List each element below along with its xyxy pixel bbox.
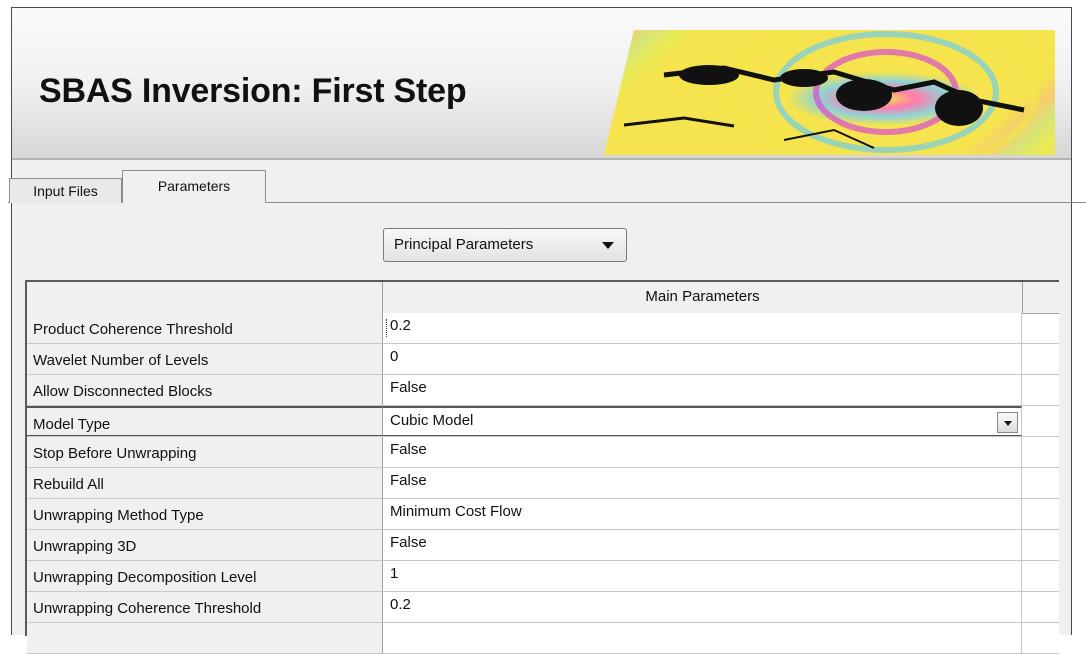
param-label: Rebuild All bbox=[27, 468, 383, 498]
param-label: Product Coherence Threshold bbox=[27, 313, 383, 343]
parameters-table: Main Parameters Product Coherence Thresh… bbox=[25, 280, 1059, 654]
param-label: Allow Disconnected Blocks bbox=[27, 375, 383, 405]
param-value[interactable]: False bbox=[383, 530, 1022, 560]
param-label bbox=[27, 623, 383, 653]
table-row: Rebuild All False bbox=[27, 468, 1059, 499]
param-label: Unwrapping Method Type bbox=[27, 499, 383, 529]
param-value[interactable]: False bbox=[383, 468, 1022, 498]
header-banner: SBAS Inversion: First Step bbox=[12, 8, 1071, 160]
param-label: Wavelet Number of Levels bbox=[27, 344, 383, 374]
param-value[interactable]: 0.2 bbox=[383, 592, 1022, 622]
param-value-combo[interactable]: Cubic Model bbox=[383, 406, 1022, 436]
param-label: Stop Before Unwrapping bbox=[27, 437, 383, 467]
chevron-down-icon bbox=[602, 242, 614, 249]
table-row: Unwrapping Method Type Minimum Cost Flow bbox=[27, 499, 1059, 530]
table-row: Unwrapping Coherence Threshold 0.2 bbox=[27, 592, 1059, 623]
tab-input-files[interactable]: Input Files bbox=[9, 178, 122, 203]
table-header: Main Parameters bbox=[27, 282, 1059, 314]
param-value[interactable]: False bbox=[383, 437, 1022, 467]
table-row: Stop Before Unwrapping False bbox=[27, 437, 1059, 468]
param-value[interactable]: 0 bbox=[383, 344, 1022, 374]
section-select[interactable]: Principal Parameters bbox=[383, 228, 627, 262]
table-row: Allow Disconnected Blocks False bbox=[27, 375, 1059, 406]
header-corner-cell bbox=[27, 282, 383, 313]
param-value-text: 0.2 bbox=[390, 317, 411, 334]
param-label: Unwrapping Decomposition Level bbox=[27, 561, 383, 591]
param-label: Unwrapping 3D bbox=[27, 530, 383, 560]
param-value-text: Cubic Model bbox=[390, 412, 474, 429]
param-value[interactable]: 0.2 bbox=[383, 313, 1022, 343]
table-row: Model Type Cubic Model bbox=[27, 406, 1059, 437]
param-value[interactable] bbox=[383, 623, 1022, 653]
page-title: SBAS Inversion: First Step bbox=[39, 72, 467, 110]
param-label: Unwrapping Coherence Threshold bbox=[27, 592, 383, 622]
table-row: Unwrapping Decomposition Level 1 bbox=[27, 561, 1059, 592]
combo-dropdown-button[interactable] bbox=[997, 412, 1018, 433]
param-value[interactable]: 1 bbox=[383, 561, 1022, 591]
section-select-value: Principal Parameters bbox=[394, 236, 534, 253]
param-value[interactable]: Minimum Cost Flow bbox=[383, 499, 1022, 529]
table-row: Unwrapping 3D False bbox=[27, 530, 1059, 561]
param-label: Model Type bbox=[27, 406, 383, 436]
column-header-main-parameters: Main Parameters bbox=[383, 282, 1023, 313]
table-row: Product Coherence Threshold 0.2 bbox=[27, 313, 1059, 344]
text-cursor bbox=[386, 319, 388, 337]
tab-parameters[interactable]: Parameters bbox=[122, 170, 266, 203]
chevron-down-icon bbox=[1004, 421, 1012, 426]
param-value[interactable]: False bbox=[383, 375, 1022, 405]
interferogram-image bbox=[604, 30, 1055, 155]
table-row: Wavelet Number of Levels 0 bbox=[27, 344, 1059, 375]
